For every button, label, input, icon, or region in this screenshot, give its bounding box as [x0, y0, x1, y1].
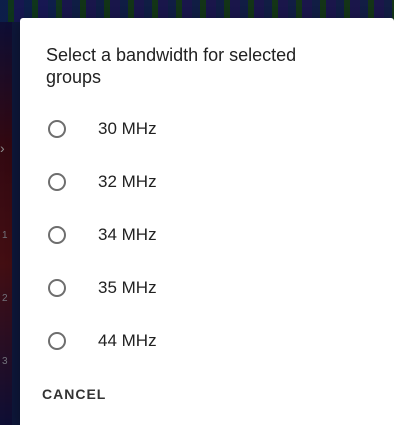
bandwidth-option-30[interactable]: 30 MHz — [20, 102, 394, 155]
option-label: 34 MHz — [98, 224, 157, 244]
option-label: 32 MHz — [98, 171, 157, 191]
option-label: 44 MHz — [98, 330, 157, 350]
radio-button-icon[interactable] — [48, 331, 66, 350]
radio-button-icon[interactable] — [48, 225, 66, 244]
bandwidth-option-35[interactable]: 35 MHz — [20, 261, 394, 314]
dialog-title: Select a bandwidth for selected groups — [46, 45, 297, 87]
option-label: 35 MHz — [98, 277, 157, 297]
bandwidth-option-32[interactable]: 32 MHz — [20, 155, 394, 208]
radio-button-icon[interactable] — [48, 172, 66, 191]
bandwidth-option-44[interactable]: 44 MHz — [20, 314, 394, 367]
bandwidth-option-34[interactable]: 34 MHz — [20, 208, 394, 261]
radio-button-icon[interactable] — [48, 278, 66, 297]
bandwidth-options-list: 30 MHz 32 MHz 34 MHz 35 MHz 44 MHz — [20, 102, 394, 367]
cancel-button[interactable]: CANCEL — [32, 380, 116, 408]
option-label: 30 MHz — [98, 118, 157, 138]
bandwidth-dialog: Select a bandwidth for selected groups 3… — [20, 18, 394, 425]
radio-button-icon[interactable] — [48, 119, 66, 138]
